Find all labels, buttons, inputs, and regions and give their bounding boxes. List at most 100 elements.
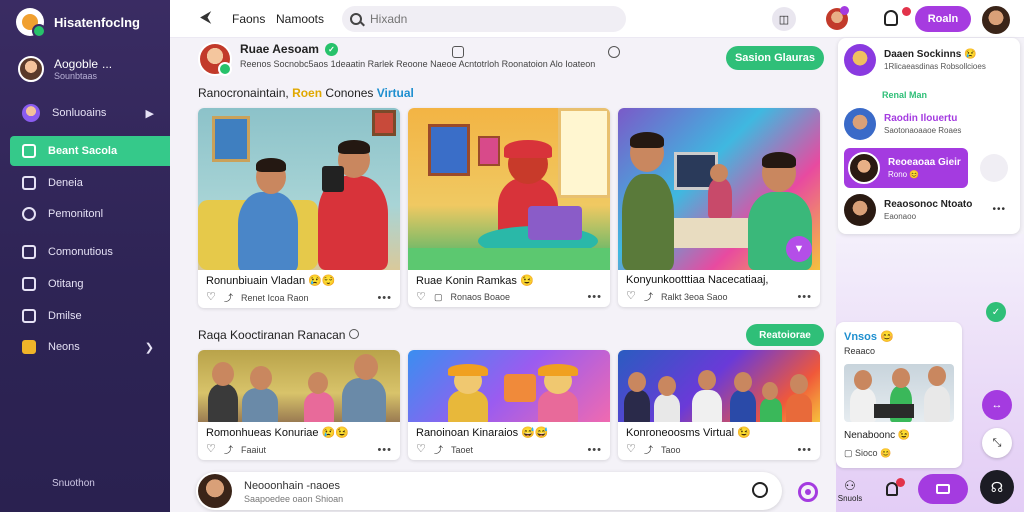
sidebar-item-label: Sonluoains bbox=[52, 107, 107, 119]
expand-icon[interactable]: ⤡ bbox=[982, 428, 1012, 458]
avatar bbox=[844, 44, 876, 76]
headset-icon[interactable]: ☊ bbox=[980, 470, 1014, 504]
sidebar-item-comonutious[interactable]: Comonutious bbox=[10, 237, 170, 267]
card-caption: Ranoinoan Kinaraios 😅😅 bbox=[416, 427, 549, 439]
avatar bbox=[844, 108, 876, 140]
brand-logo-icon bbox=[16, 8, 46, 38]
sidebar-item-sonluoains[interactable]: Sonluoains ▶ bbox=[10, 98, 170, 128]
target-icon[interactable] bbox=[798, 482, 818, 502]
heart-icon[interactable] bbox=[416, 442, 426, 455]
comment-bubble-icon[interactable] bbox=[752, 482, 768, 498]
profile-avatar[interactable] bbox=[980, 4, 1012, 36]
video-thumbnail[interactable] bbox=[408, 108, 610, 270]
heart-icon[interactable] bbox=[416, 290, 426, 303]
save-icon[interactable]: ◫ bbox=[772, 7, 796, 31]
heart-icon[interactable] bbox=[626, 442, 636, 455]
search-bar[interactable] bbox=[342, 6, 626, 32]
action-circle-icon[interactable] bbox=[980, 154, 1008, 182]
video-thumbnail[interactable] bbox=[198, 350, 400, 422]
heart-icon[interactable] bbox=[626, 289, 636, 302]
more-icon[interactable]: ••• bbox=[587, 444, 602, 456]
sidebar-item-neons[interactable]: Neons ❯ bbox=[10, 332, 170, 362]
arrows-icon[interactable]: ↔ bbox=[982, 390, 1012, 420]
post-author[interactable]: Ruae Aesoam ✓ bbox=[240, 42, 595, 56]
more-icon[interactable]: ••• bbox=[797, 291, 812, 303]
card-meta: Faaiut bbox=[241, 444, 267, 455]
list-item[interactable]: Reaosonoc Ntoato Eaonaoo bbox=[844, 194, 1016, 226]
list-item-name: Reaosonoc Ntoato bbox=[884, 199, 973, 210]
bookmark-icon[interactable] bbox=[452, 46, 464, 58]
sidebar-item-pemonitonl[interactable]: Pemonitonl bbox=[10, 199, 170, 229]
main-feed: Ruae Aesoam ✓ Reenos Socnobc5aos 1deaatin… bbox=[186, 38, 836, 512]
comment-icon[interactable]: ▢ bbox=[434, 292, 443, 303]
play-icon[interactable]: ▼ bbox=[786, 236, 812, 262]
sidebar-item-deneia[interactable]: Deneia bbox=[10, 168, 170, 198]
composer[interactable]: Neooonhain -naoes Saapoedee oaon Shioan bbox=[196, 472, 782, 510]
sidebar-item-otitang[interactable]: Otitang bbox=[10, 269, 170, 299]
video-card[interactable]: ▼ Konyunkootttiaa Nacecatiaaj, ⤴ Ralkt 3… bbox=[618, 108, 820, 307]
post-meta: Reenos Socnobc5aos 1deaatin Rarlek Reoon… bbox=[240, 59, 596, 69]
composer-text[interactable]: Neooonhain -naoes bbox=[244, 480, 340, 492]
list-item-name: Reoeaoaa Gieir bbox=[888, 157, 961, 168]
more-icon[interactable]: ••• bbox=[377, 292, 392, 304]
sidebar-user[interactable]: Aogoble... Sounbtaas bbox=[18, 56, 112, 82]
share-icon[interactable]: ⤴ bbox=[434, 443, 443, 456]
copy-icon[interactable] bbox=[348, 329, 359, 339]
video-card[interactable]: Ronunbiuain Vladan 😢😌 ⤴ Renet Icoa Raon … bbox=[198, 108, 400, 308]
avatar[interactable] bbox=[198, 42, 232, 76]
sidebar-item-beant-sacola[interactable]: Beant Sacola bbox=[10, 136, 170, 166]
video-thumbnail[interactable]: ▼ bbox=[618, 108, 820, 270]
more-icon[interactable]: ••• bbox=[992, 204, 1006, 215]
video-card[interactable]: Ranoinoan Kinaraios 😅😅 ⤴ Taoet ••• bbox=[408, 350, 610, 460]
document-icon bbox=[22, 176, 36, 190]
video-thumbnail[interactable] bbox=[408, 350, 610, 422]
share-icon[interactable]: ⤴ bbox=[644, 290, 653, 303]
section-title-1: Ranocronaintain, Roen Conones Virtual bbox=[198, 86, 414, 100]
video-thumbnail[interactable] bbox=[618, 350, 820, 422]
comment-icon[interactable]: ▢ bbox=[844, 448, 855, 458]
page-icon bbox=[22, 277, 36, 291]
card-footer: ⤴ Renet Icoa Raon ••• bbox=[198, 287, 400, 308]
more-icon[interactable]: ••• bbox=[377, 444, 392, 456]
list-item[interactable]: Raodin Ilouertu Saotonaoaaoe Roaes bbox=[844, 108, 1016, 140]
share-icon[interactable]: ⤴ bbox=[644, 443, 653, 456]
share-icon[interactable]: ⤴ bbox=[224, 291, 233, 304]
view-more-link[interactable]: Renal Man bbox=[882, 90, 927, 100]
sidebar-footer[interactable]: Snuothon bbox=[52, 478, 95, 489]
tab-namoots[interactable]: Namoots bbox=[276, 12, 324, 26]
more-icon[interactable]: ••• bbox=[587, 291, 602, 303]
heart-icon[interactable] bbox=[206, 290, 216, 303]
card-footer: ⤴ Ralkt 3eoa Saoo ••• bbox=[618, 286, 820, 307]
suggestions-panel: Daaen Sockinns 😢 1Rlicaeasdinas Robsollci… bbox=[838, 38, 1020, 234]
video-card[interactable]: Konroneoosms Virtual 😉 ⤴ Taoo ••• bbox=[618, 350, 820, 460]
brand[interactable]: Hisatenfoclng bbox=[16, 8, 140, 38]
check-icon[interactable]: ✓ bbox=[986, 302, 1006, 322]
side-video-card[interactable]: Vnsos 😊 Reaaco Nenaboonc 😉 ▢ Sioco 😊 bbox=[836, 322, 962, 468]
back-arrow-icon[interactable]: ⮜ bbox=[200, 9, 211, 27]
bottom-cta-button[interactable] bbox=[918, 474, 968, 504]
people-button[interactable]: ⚇ Snuols bbox=[836, 478, 864, 503]
search-input[interactable] bbox=[370, 12, 610, 26]
video-card[interactable]: Romonhueas Konuriae 😢😉 ⤴ Faaiut ••• bbox=[198, 350, 400, 460]
top-cta-button[interactable]: Roaln bbox=[915, 6, 971, 32]
share-icon[interactable] bbox=[608, 46, 620, 58]
side-card-sub: Reaaco bbox=[844, 346, 876, 356]
card-footer: ⤴ Faaiut ••• bbox=[198, 439, 400, 460]
heart-icon[interactable] bbox=[206, 442, 216, 455]
more-icon[interactable]: ••• bbox=[797, 444, 812, 456]
video-thumbnail[interactable] bbox=[198, 108, 400, 270]
list-item-active[interactable]: Reoeaoaa Gieir Rono 😊 bbox=[844, 148, 968, 188]
sidebar-item-dmilse[interactable]: Dmilse bbox=[10, 301, 170, 331]
section-action-button[interactable]: Reatoiorae bbox=[746, 324, 824, 346]
sidebar-item-label: Otitang bbox=[48, 278, 84, 290]
card-caption: Romonhueas Konuriae 😢😉 bbox=[206, 427, 349, 439]
share-icon[interactable]: ⤴ bbox=[224, 443, 233, 456]
video-thumbnail[interactable] bbox=[844, 364, 954, 422]
follow-button[interactable]: Sasion Glauras bbox=[726, 46, 824, 70]
tab-faons[interactable]: Faons bbox=[232, 12, 265, 26]
list-item[interactable]: Daaen Sockinns 😢 1Rlicaeasdinas Robsollci… bbox=[844, 44, 1016, 76]
bell-icon[interactable] bbox=[884, 10, 898, 26]
video-card[interactable]: Ruae Konin Ramkas 😉 ▢ Ronaos Boaoe ••• bbox=[408, 108, 610, 307]
folder-icon bbox=[22, 340, 36, 354]
sidebar-user-sub: Sounbtaas bbox=[54, 71, 98, 81]
